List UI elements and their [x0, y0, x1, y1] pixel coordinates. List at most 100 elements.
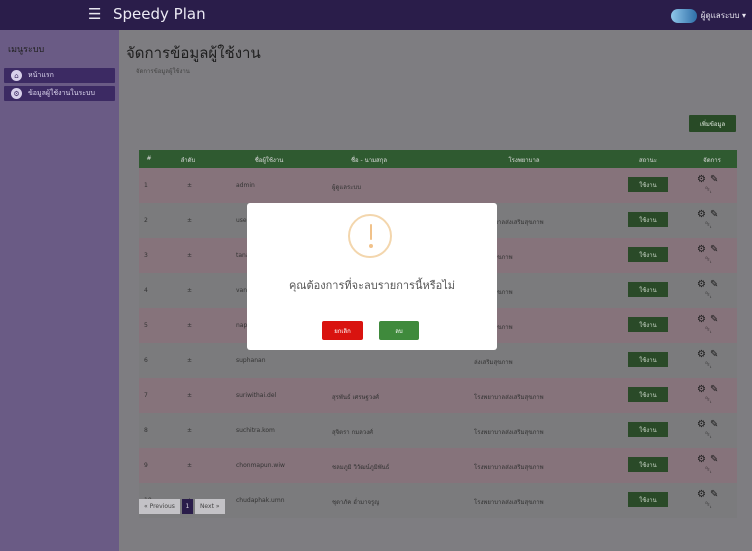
cell-num: 2	[144, 217, 148, 224]
trash-icon[interactable]: ␡	[705, 291, 712, 301]
edit-icon[interactable]: ✎	[710, 384, 718, 395]
gear-icon[interactable]: ⚙	[697, 279, 706, 290]
trash-icon[interactable]: ␡	[705, 361, 712, 371]
cell-hospital: โรงพยาบาลส่งเสริมสุขภาพ	[474, 464, 544, 471]
table-row: 10±chudaphak.umnชุดาภัค อ่ำมาจรูญโรงพยาบ…	[139, 483, 737, 518]
next-page-button[interactable]: Next »	[194, 499, 225, 514]
status-badge[interactable]: ใช้งาน	[628, 352, 668, 367]
cell-fullname: ชุดาภัค อ่ำมาจรูญ	[332, 499, 380, 506]
trash-icon[interactable]: ␡	[705, 221, 712, 231]
status-badge[interactable]: ใช้งาน	[628, 282, 668, 297]
gear-icon[interactable]: ⚙	[697, 244, 706, 255]
status-badge[interactable]: ใช้งาน	[628, 457, 668, 472]
sidebar-heading: เมนูระบบ	[8, 45, 45, 55]
trash-icon[interactable]: ␡	[705, 501, 712, 511]
row-actions: ⚙ ✎ ␡	[697, 244, 723, 268]
home-icon: ⌂	[11, 70, 22, 81]
previous-page-button[interactable]: « Previous	[139, 499, 180, 514]
trash-icon[interactable]: ␡	[705, 466, 712, 476]
edit-icon[interactable]: ✎	[710, 419, 718, 430]
cell-order: ±	[187, 427, 193, 434]
status-badge[interactable]: ใช้งาน	[628, 422, 668, 437]
user-name[interactable]: ผู้ดูแลระบบ ▾	[701, 9, 746, 22]
trash-icon[interactable]: ␡	[705, 326, 712, 336]
cell-fullname: ชลมภูมิ วิวัฒน์ภูมิพันธ์	[332, 464, 390, 471]
edit-icon[interactable]: ✎	[710, 349, 718, 360]
cell-fullname: สุจิตรา กมลวงศ์	[332, 429, 373, 436]
cell-order: ±	[187, 217, 193, 224]
status-badge[interactable]: ใช้งาน	[628, 212, 668, 227]
cell-hospital: โรงพยาบาลส่งเสริมสุขภาพ	[474, 499, 544, 506]
gear-icon[interactable]: ⚙	[697, 174, 706, 185]
sidebar-item-home[interactable]: ⌂ หน้าแรก	[4, 68, 115, 83]
user-menu[interactable]: ผู้ดูแลระบบ ▾	[670, 7, 746, 24]
hamburger-icon[interactable]: ☰	[88, 7, 101, 22]
dialog-message: คุณต้องการที่จะลบรายการนี้หรือไม่	[288, 279, 456, 292]
users-cog-icon: ⚙	[11, 88, 22, 99]
edit-icon[interactable]: ✎	[710, 489, 718, 500]
trash-icon[interactable]: ␡	[705, 186, 712, 196]
cell-order: ±	[187, 182, 193, 189]
cell-num: 7	[144, 392, 148, 399]
column-header: สถานะ	[639, 157, 657, 164]
gear-icon[interactable]: ⚙	[697, 454, 706, 465]
trash-icon[interactable]: ␡	[705, 396, 712, 406]
edit-icon[interactable]: ✎	[710, 314, 718, 325]
cell-hospital: โรงพยาบาลส่งเสริมสุขภาพ	[474, 394, 544, 401]
edit-icon[interactable]: ✎	[710, 244, 718, 255]
gear-icon[interactable]: ⚙	[697, 349, 706, 360]
breadcrumb[interactable]: จัดการข้อมูลผู้ใช้งาน	[136, 66, 190, 76]
status-badge[interactable]: ใช้งาน	[628, 177, 668, 192]
cell-order: ±	[187, 462, 193, 469]
column-header: ลำดับ	[180, 157, 196, 164]
column-header: ชื่อผู้ใช้งาน	[254, 157, 284, 164]
row-actions: ⚙ ✎ ␡	[697, 419, 723, 443]
row-actions: ⚙ ✎ ␡	[697, 174, 723, 198]
gear-icon[interactable]: ⚙	[697, 384, 706, 395]
table-row: 7 ± suriwithai.del สุรพันธ์ เศรษฐวงศ์ โรงพยา…	[139, 378, 737, 413]
cell-num: 6	[144, 357, 148, 364]
column-header: #	[146, 155, 152, 162]
edit-icon[interactable]: ✎	[710, 454, 718, 465]
sidebar-item-users[interactable]: ⚙ ข้อมูลผู้ใช้งานในระบบ	[4, 86, 115, 101]
cell-order: ±	[187, 357, 193, 364]
gear-icon[interactable]: ⚙	[697, 314, 706, 325]
row-actions: ⚙ ✎ ␡	[697, 454, 723, 478]
add-user-button[interactable]: เพิ่มข้อมูล	[689, 115, 736, 132]
sidebar-item-label: หน้าแรก	[28, 71, 54, 79]
table-header: # ลำดับ ชื่อผู้ใช้งาน ชื่อ - นามสกุล โรง…	[139, 150, 737, 168]
cell-fullname: ผู้ดูแลระบบ	[332, 184, 362, 191]
cell-order: ±	[187, 287, 193, 294]
cell-username: suriwithai.del	[236, 392, 277, 399]
column-header: จัดการ	[703, 157, 721, 164]
sidebar-item-label: ข้อมูลผู้ใช้งานในระบบ	[28, 89, 95, 97]
status-badge[interactable]: ใช้งาน	[628, 492, 668, 507]
gear-icon[interactable]: ⚙	[697, 489, 706, 500]
page-number-button[interactable]: 1	[181, 499, 193, 514]
edit-icon[interactable]: ✎	[710, 279, 718, 290]
edit-icon[interactable]: ✎	[710, 209, 718, 220]
cancel-button[interactable]: ยกเลิก	[322, 321, 363, 340]
status-badge[interactable]: ใช้งาน	[628, 247, 668, 262]
table-row: 1 ± admin ผู้ดูแลระบบ ใช้งาน ⚙ ✎ ␡	[139, 168, 737, 203]
edit-icon[interactable]: ✎	[710, 174, 718, 185]
delete-confirm-button[interactable]: ลบ	[379, 321, 419, 340]
trash-icon[interactable]: ␡	[705, 256, 712, 266]
status-badge[interactable]: ใช้งาน	[628, 387, 668, 402]
cell-order: ±	[187, 322, 193, 329]
cell-order: ±	[187, 392, 193, 399]
cell-order: ±	[187, 252, 193, 259]
cell-username: suchitra.kom	[236, 427, 275, 434]
row-actions: ⚙ ✎ ␡	[697, 209, 723, 233]
cell-hospital: ล่งเสริมสุขภาพ	[474, 359, 513, 366]
trash-icon[interactable]: ␡	[705, 431, 712, 441]
gear-icon[interactable]: ⚙	[697, 419, 706, 430]
page-title: จัดการข้อมูลผู้ใช้งาน	[126, 44, 261, 62]
status-badge[interactable]: ใช้งาน	[628, 317, 668, 332]
brand-title[interactable]: Speedy Plan	[113, 5, 206, 23]
gear-icon[interactable]: ⚙	[697, 209, 706, 220]
row-actions: ⚙ ✎ ␡	[697, 279, 723, 303]
confirm-delete-dialog: คุณต้องการที่จะลบรายการนี้หรือไม่ ยกเลิก…	[247, 203, 497, 350]
cell-fullname: สุรพันธ์ เศรษฐวงศ์	[332, 394, 379, 401]
cell-username: chudaphak.umn	[236, 497, 285, 504]
